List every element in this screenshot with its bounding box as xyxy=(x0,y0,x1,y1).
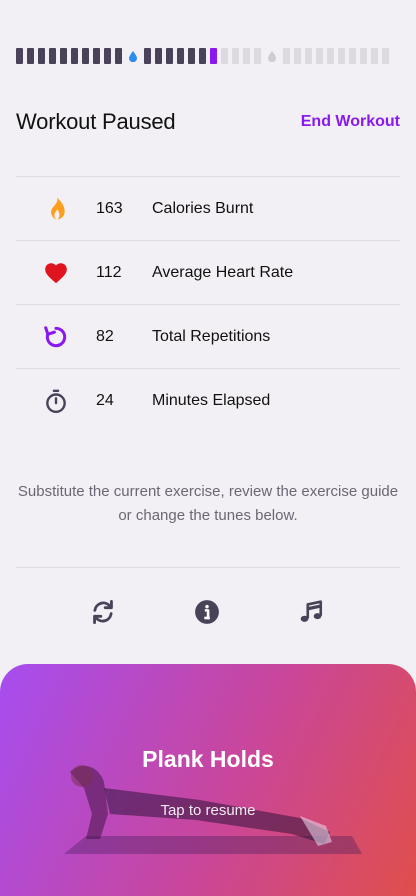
progress-segment-todo xyxy=(338,48,345,64)
helper-text: Substitute the current exercise, review … xyxy=(17,483,399,524)
progress-segment-todo xyxy=(349,48,356,64)
resume-exercise-card[interactable]: Plank Holds Tap to resume xyxy=(0,664,416,896)
progress-segment-done xyxy=(82,48,89,64)
repetitions-label: Total Repetitions xyxy=(152,327,271,345)
plank-exercise-image xyxy=(64,765,362,854)
stats-list: 163 Calories Burnt 112 Average Heart Rat… xyxy=(16,176,400,432)
exercise-guide-button[interactable] xyxy=(191,596,223,628)
progress-segment-todo xyxy=(294,48,301,64)
heart-rate-value: 112 xyxy=(96,263,122,281)
page-title: Workout Paused xyxy=(16,109,176,134)
progress-segment-todo xyxy=(305,48,312,64)
heart-rate-label: Average Heart Rate xyxy=(152,263,294,281)
exercise-title: Plank Holds xyxy=(142,746,274,772)
progress-segment-todo xyxy=(382,48,389,64)
flame-icon xyxy=(16,196,96,222)
progress-segment-done xyxy=(115,48,122,64)
minutes-label: Minutes Elapsed xyxy=(152,391,271,409)
water-drop-icon xyxy=(128,48,138,64)
workout-progress-bar xyxy=(16,48,400,64)
progress-segment-todo xyxy=(327,48,334,64)
progress-segment-done xyxy=(199,48,206,64)
progress-segment-todo xyxy=(232,48,239,64)
stat-row-repetitions: 82 Total Repetitions xyxy=(16,304,400,368)
info-icon xyxy=(195,600,219,624)
progress-segment-todo xyxy=(316,48,323,64)
music-icon xyxy=(300,600,323,622)
header: Workout Paused End Workout xyxy=(16,108,400,136)
progress-segment-done xyxy=(71,48,78,64)
progress-segment-todo xyxy=(283,48,290,64)
progress-segment-done xyxy=(166,48,173,64)
stat-row-heart-rate: 112 Average Heart Rate xyxy=(16,240,400,304)
calories-label: Calories Burnt xyxy=(152,199,254,217)
divider xyxy=(16,567,400,568)
progress-segment-todo xyxy=(371,48,378,64)
stat-row-minutes: 24 Minutes Elapsed xyxy=(16,368,400,432)
stat-row-calories: 163 Calories Burnt xyxy=(16,176,400,240)
progress-segment-done xyxy=(27,48,34,64)
resume-hint: Tap to resume xyxy=(160,802,256,819)
progress-segment-current xyxy=(210,48,217,64)
progress-segment-done xyxy=(177,48,184,64)
minutes-value: 24 xyxy=(96,391,114,409)
change-music-button[interactable] xyxy=(295,596,327,628)
progress-segment-done xyxy=(155,48,162,64)
progress-segment-done xyxy=(93,48,100,64)
stopwatch-icon xyxy=(16,388,96,414)
progress-segment-done xyxy=(104,48,111,64)
progress-segment-todo xyxy=(254,48,261,64)
progress-segment-todo xyxy=(221,48,228,64)
substitute-icon xyxy=(93,599,113,625)
water-drop-icon xyxy=(267,48,277,64)
substitute-exercise-button[interactable] xyxy=(87,596,119,628)
progress-segment-done xyxy=(16,48,23,64)
calories-value: 163 xyxy=(96,199,123,217)
progress-segment-done xyxy=(60,48,67,64)
repetitions-value: 82 xyxy=(96,327,114,345)
progress-segment-done xyxy=(188,48,195,64)
tool-bar xyxy=(0,596,416,628)
progress-segment-done xyxy=(144,48,151,64)
heart-icon xyxy=(16,260,96,286)
progress-segment-done xyxy=(38,48,45,64)
end-workout-button[interactable]: End Workout xyxy=(301,113,400,131)
progress-segment-todo xyxy=(360,48,367,64)
progress-segment-todo xyxy=(243,48,250,64)
progress-segment-done xyxy=(49,48,56,64)
repeat-icon xyxy=(16,324,96,350)
